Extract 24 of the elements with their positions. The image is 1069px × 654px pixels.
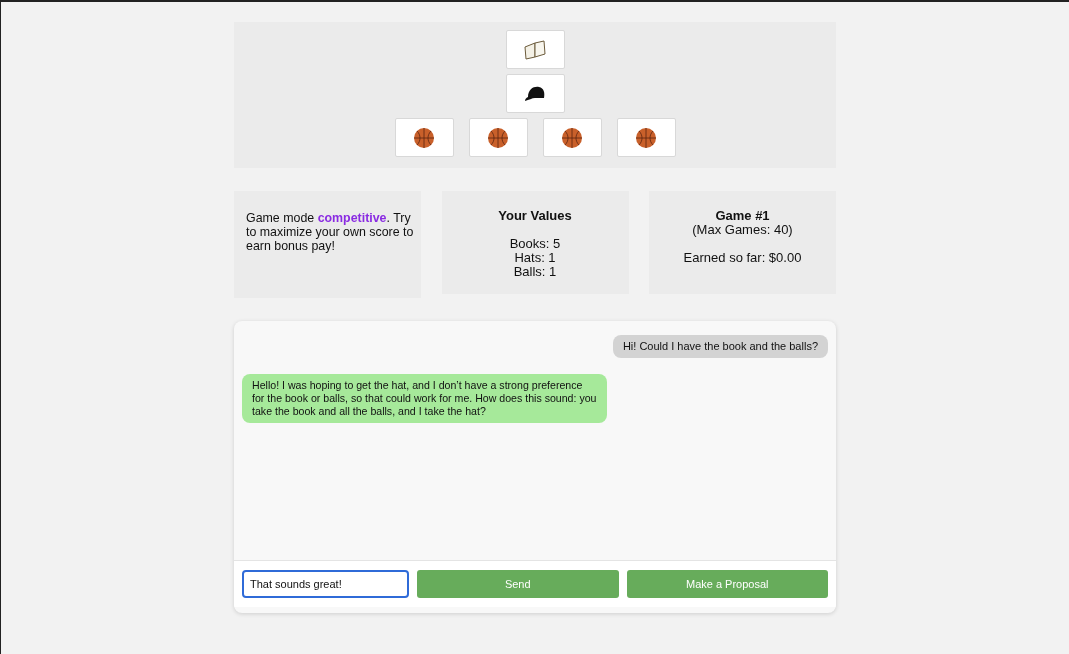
basketball-icon [635,126,657,149]
item-card[interactable] [616,118,676,157]
earnings-text: Earned so far: $0.00 [682,251,803,265]
item-card[interactable] [542,118,602,157]
cap-icon [523,84,547,103]
chat-message: Hi! Could I have the book and the balls? [612,335,828,358]
item-card[interactable] [468,118,528,157]
value-line: Balls: 1 [512,265,558,279]
message-input[interactable]: That sounds great! [242,570,409,598]
item-card[interactable] [505,74,565,113]
mode-text: Game mode competitive. Try to maximize your own score to earn bonus pay! [234,191,421,298]
values-title: Your Values [497,209,573,223]
game-title: Game #1 [714,209,771,223]
basketball-icon [561,126,583,149]
item-card[interactable] [394,118,454,157]
proposal-button[interactable]: Make a Proposal [626,570,828,598]
book-icon [523,38,547,61]
basketball-icon [487,126,509,149]
value-line: Books: 5 [508,237,562,251]
value-line: Hats: 1 [513,251,557,265]
send-button[interactable]: Send [417,570,619,598]
chat-message: Hello! I was hoping to get the hat, and I don’t have a strong preference for the book or balls, so that could work for me. How does this sound: you take the book and all the balls, and I take the hat? [242,374,607,423]
basketball-icon [413,126,435,149]
max-games-text: (Max Games: 40) [691,223,794,237]
